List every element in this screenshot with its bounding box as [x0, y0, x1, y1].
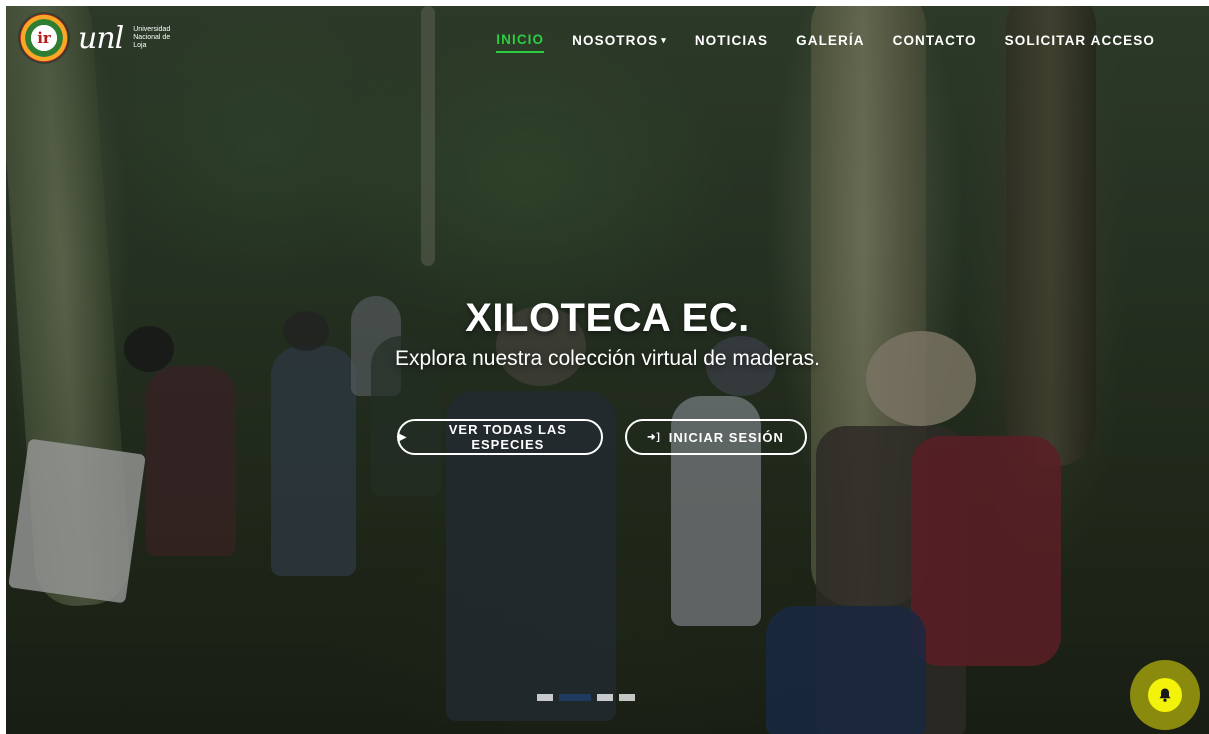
carousel-indicator-2[interactable]	[559, 694, 591, 701]
nav-item-noticias[interactable]: Noticias	[695, 33, 768, 52]
nav-item-label: Contacto	[892, 33, 977, 48]
carousel-indicator-1[interactable]	[537, 694, 553, 701]
unl-logo-mark: unl	[78, 20, 124, 56]
carousel-indicator-4[interactable]	[619, 694, 635, 701]
nav-item-inicio[interactable]: Inicio	[496, 32, 545, 53]
notification-button[interactable]	[1130, 660, 1200, 730]
hero-title: XILOTECA EC.	[465, 296, 750, 340]
caret-down-icon: ▾	[661, 35, 667, 45]
brand-logo[interactable]: ir unl Universidad Nacional de Loja	[20, 12, 177, 64]
sign-in-icon: ➜]	[647, 431, 661, 443]
bell-icon-circle	[1148, 678, 1182, 712]
button-label: VER TODAS LAS ESPECIES	[448, 422, 567, 452]
hero-section: XILOTECA EC. Explora nuestra colección v…	[6, 296, 1209, 455]
play-icon: ▶	[398, 431, 408, 443]
nav-item-contacto[interactable]: Contacto	[893, 33, 977, 52]
nav-item-label: Nosotros	[572, 33, 659, 48]
nav-item-label: Solicitar acceso	[1004, 33, 1155, 48]
view-all-species-button[interactable]: ▶ VER TODAS LAS ESPECIES	[396, 419, 603, 455]
bell-icon	[1159, 688, 1171, 702]
nav-item-galeria[interactable]: Galería	[796, 33, 864, 52]
button-label: INICIAR SESIÓN	[668, 429, 784, 445]
hero-background: ir unl Universidad Nacional de Loja Inic…	[6, 6, 1209, 734]
nav-item-solicitar-acceso[interactable]: Solicitar acceso	[1005, 33, 1155, 52]
nav-item-label: Galería	[796, 33, 865, 48]
nav-item-label: Inicio	[496, 32, 545, 47]
carousel-indicator-3[interactable]	[597, 694, 613, 701]
carousel-indicators	[537, 694, 635, 701]
unl-logo-subtitle: Universidad Nacional de Loja	[133, 26, 171, 49]
nav-item-nosotros[interactable]: Nosotros ▾	[572, 33, 667, 52]
institution-seal-icon: ir	[20, 14, 68, 62]
hero-subtitle: Explora nuestra colección virtual de mad…	[395, 347, 820, 370]
login-button[interactable]: ➜] INICIAR SESIÓN	[624, 419, 807, 455]
main-nav: Inicio Nosotros ▾ Noticias Galería Conta…	[496, 32, 1155, 53]
hero-actions: ▶ VER TODAS LAS ESPECIES ➜] INICIAR SESI…	[6, 419, 1209, 455]
nav-item-label: Noticias	[694, 33, 769, 48]
